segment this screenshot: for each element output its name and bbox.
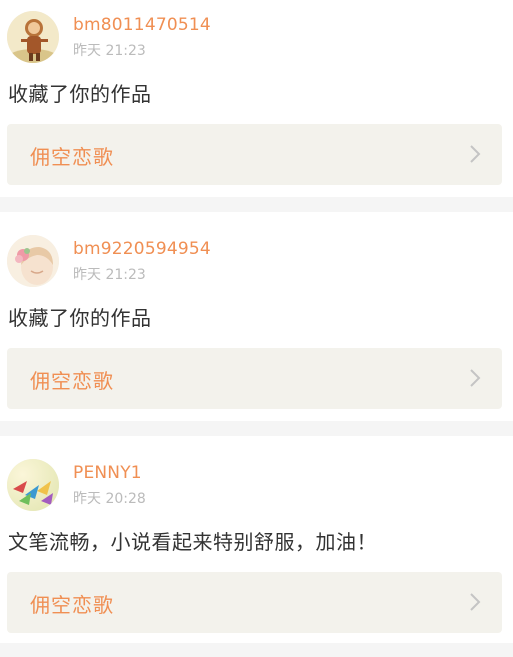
username[interactable]: bm8011470514 <box>73 15 211 35</box>
avatar[interactable] <box>7 459 59 511</box>
card-header: bm8011470514 昨天 21:23 <box>0 0 513 70</box>
notification-feed: bm8011470514 昨天 21:23 收藏了你的作品 佣空恋歌 bm922… <box>0 0 513 657</box>
username[interactable]: bm9220594954 <box>73 239 211 259</box>
notification-card: PENNY1 昨天 20:28 文笔流畅，小说看起来特别舒服，加油！ 佣空恋歌 <box>0 436 513 643</box>
chevron-right-icon <box>468 144 482 164</box>
timestamp: 昨天 20:28 <box>73 491 146 507</box>
paper-cranes-avatar-icon <box>7 459 59 511</box>
avatar[interactable] <box>7 235 59 287</box>
card-header: bm9220594954 昨天 21:23 <box>0 224 513 294</box>
timestamp: 昨天 21:23 <box>73 267 146 283</box>
work-title: 佣空恋歌 <box>30 369 114 393</box>
chevron-right-icon <box>468 368 482 388</box>
work-title: 佣空恋歌 <box>30 593 114 617</box>
notification-message: 收藏了你的作品 <box>8 82 152 106</box>
notification-card: bm8011470514 昨天 21:23 收藏了你的作品 佣空恋歌 <box>0 0 513 197</box>
cartoon-character-avatar-icon <box>7 11 59 63</box>
flower-girl-avatar-icon <box>7 235 59 287</box>
work-link[interactable]: 佣空恋歌 <box>7 572 502 633</box>
work-title: 佣空恋歌 <box>30 145 114 169</box>
comment-message: 文笔流畅，小说看起来特别舒服，加油！ <box>8 530 377 554</box>
timestamp: 昨天 21:23 <box>73 43 146 59</box>
work-link[interactable]: 佣空恋歌 <box>7 348 502 409</box>
chevron-right-icon <box>468 592 482 612</box>
work-link[interactable]: 佣空恋歌 <box>7 124 502 185</box>
avatar[interactable] <box>7 11 59 63</box>
notification-message: 收藏了你的作品 <box>8 306 152 330</box>
notification-card: bm9220594954 昨天 21:23 收藏了你的作品 佣空恋歌 <box>0 212 513 421</box>
card-header: PENNY1 昨天 20:28 <box>0 448 513 518</box>
username[interactable]: PENNY1 <box>73 463 142 483</box>
